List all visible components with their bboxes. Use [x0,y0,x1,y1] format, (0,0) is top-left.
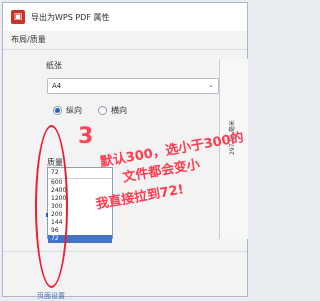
paper-label: 纸张 [46,61,62,70]
tab-layout-quality[interactable]: 布局/质量 [11,34,46,45]
radio-selected-icon [53,106,62,115]
portrait-label: 纵向 [66,106,82,115]
tab-bar: 布局/质量 [3,31,247,50]
paper-size-select[interactable]: A4 ⌄ [47,78,219,94]
highlight-oval [35,125,68,288]
orientation-landscape-option[interactable]: 横向 [98,105,127,116]
page-setup-link[interactable]: 页面设置 [37,291,65,301]
radio-dot-icon [55,108,60,113]
pdf-app-icon: ▣ [11,10,25,24]
annotation-step-number: 3 [78,124,94,149]
paper-size-value: A4 [52,82,62,90]
radio-unselected-icon [98,106,107,115]
window-title: 导出为WPS PDF 属性 [31,12,110,22]
orientation-portrait-option[interactable]: 纵向 [53,105,82,116]
chevron-down-icon: ⌄ [208,81,214,89]
titlebar: ▣ 导出为WPS PDF 属性 [3,3,247,32]
landscape-label: 横向 [111,106,127,115]
orientation-group: 纵向 横向 [53,105,127,116]
